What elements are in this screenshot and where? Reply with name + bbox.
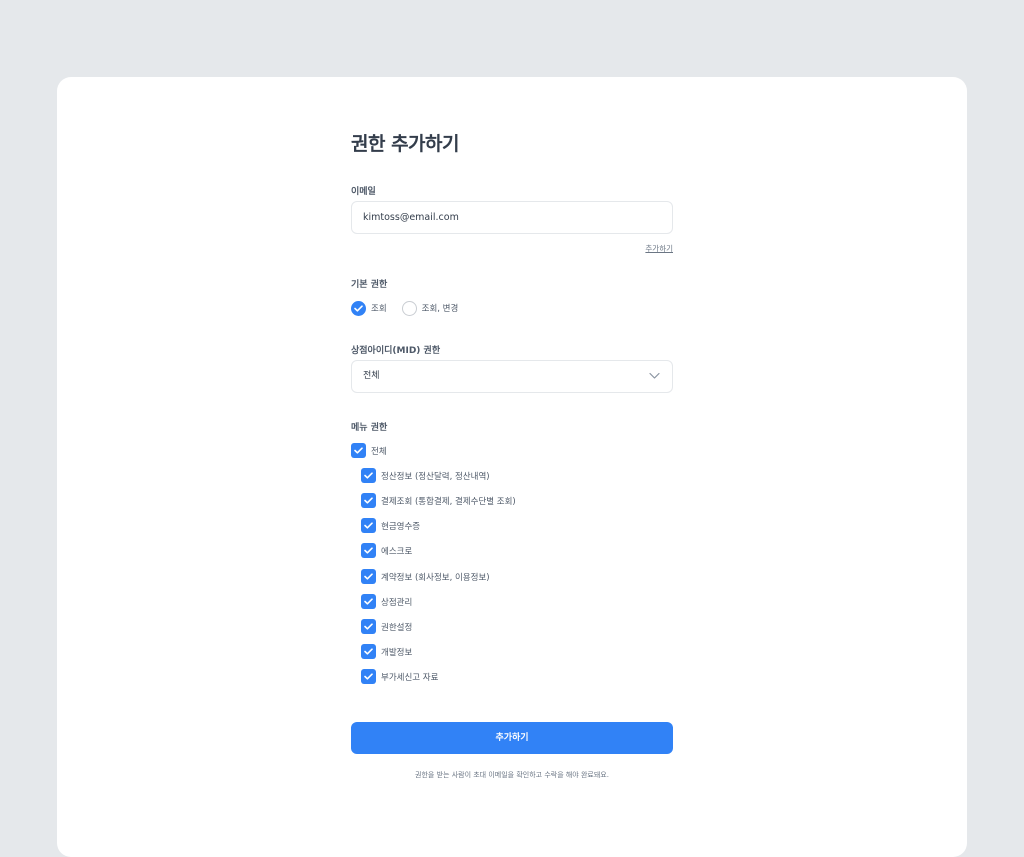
add-email-link[interactable]: 추가하기	[645, 243, 673, 254]
checkbox-menu-item-label: 결제조회 (통합결제, 결제수단별 조회)	[381, 496, 516, 507]
radio-view-edit-label: 조회, 변경	[421, 304, 459, 314]
checkbox-menu-item[interactable]: 계약정보 (회사정보, 이용정보)	[361, 569, 490, 584]
checkbox-menu-item[interactable]: 현금영수증	[361, 518, 420, 533]
checkbox-menu-item[interactable]: 상점관리	[361, 594, 412, 609]
basic-permission-radio-group: 조회 조회, 변경	[351, 299, 473, 317]
mid-permission-label: 상점아이디(MID) 권한	[351, 346, 441, 356]
checkbox-menu-item[interactable]: 부가세신고 자료	[361, 669, 438, 684]
checkbox-checked-icon	[361, 619, 376, 634]
checkbox-checked-icon	[361, 468, 376, 483]
checkbox-checked-icon	[361, 644, 376, 659]
checkbox-all[interactable]: 전체	[351, 443, 387, 458]
checkbox-checked-icon	[361, 569, 376, 584]
email-field[interactable]: kimtoss@email.com	[351, 201, 673, 234]
checkbox-menu-item[interactable]: 에스크로	[361, 543, 412, 558]
page-title: 권한 추가하기	[351, 133, 460, 155]
checkbox-menu-item[interactable]: 정산정보 (정산달력, 정산내역)	[361, 468, 490, 483]
checkbox-menu-item[interactable]: 개발정보	[361, 644, 412, 659]
form-card: 권한 추가하기 이메일 kimtoss@email.com 추가하기 기본 권한…	[57, 77, 967, 857]
checkbox-menu-item[interactable]: 권한설정	[361, 619, 412, 634]
submit-button[interactable]: 추가하기	[351, 722, 673, 754]
checkbox-checked-icon	[361, 543, 376, 558]
invite-note: 권한을 받는 사람이 초대 이메일을 확인하고 수락을 해야 완료돼요.	[415, 771, 609, 779]
checkbox-checked-icon	[351, 443, 366, 458]
checkbox-menu-item[interactable]: 결제조회 (통합결제, 결제수단별 조회)	[361, 493, 516, 508]
menu-permission-label: 메뉴 권한	[351, 423, 388, 433]
checkbox-menu-item-label: 부가세신고 자료	[381, 672, 439, 683]
radio-view[interactable]: 조회	[351, 300, 387, 316]
radio-checked-icon	[351, 300, 366, 316]
checkbox-menu-item-label: 현금영수증	[381, 521, 421, 532]
mid-permission-value: 전체	[363, 371, 380, 381]
radio-view-label: 조회	[371, 304, 387, 314]
checkbox-menu-item-label: 정산정보 (정산달력, 정산내역)	[381, 471, 490, 482]
checkbox-menu-item-label: 에스크로	[381, 546, 413, 557]
checkbox-checked-icon	[361, 669, 376, 684]
checkbox-checked-icon	[361, 594, 376, 609]
checkbox-menu-item-label: 권한설정	[381, 622, 413, 633]
radio-unchecked-icon	[401, 300, 417, 316]
checkbox-menu-item-label: 계약정보 (회사정보, 이용정보)	[381, 572, 490, 583]
chevron-down-icon	[649, 372, 660, 379]
checkbox-checked-icon	[361, 518, 376, 533]
checkbox-menu-item-label: 상점관리	[381, 597, 413, 608]
basic-permission-label: 기본 권한	[351, 280, 388, 290]
mid-permission-select[interactable]: 전체	[351, 360, 673, 393]
checkbox-checked-icon	[361, 493, 376, 508]
email-label: 이메일	[351, 187, 376, 197]
checkbox-menu-item-label: 개발정보	[381, 647, 413, 658]
radio-view-edit[interactable]: 조회, 변경	[401, 300, 459, 316]
checkbox-all-label: 전체	[371, 446, 387, 457]
